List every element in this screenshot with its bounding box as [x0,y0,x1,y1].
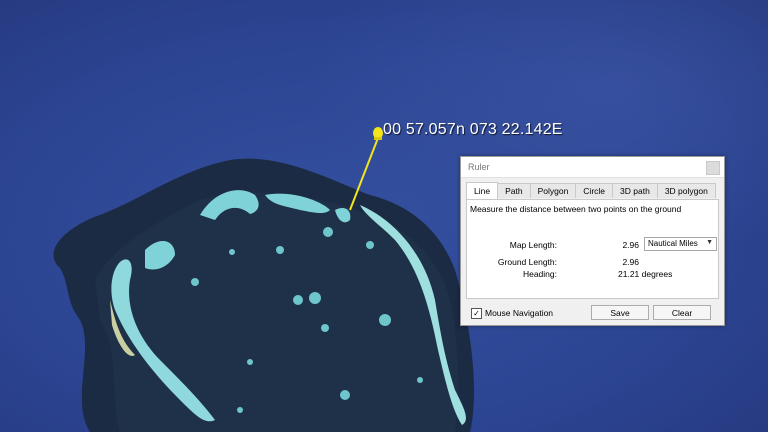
tab-3d-polygon[interactable]: 3D polygon [656,183,716,198]
dialog-titlebar[interactable]: Ruler [461,157,724,178]
save-button[interactable]: Save [591,305,649,320]
tab-line[interactable]: Line [466,182,499,199]
tab-3d-path[interactable]: 3D path [612,183,658,198]
close-icon[interactable] [706,161,720,175]
mouse-navigation-checkbox[interactable]: ✓ [471,308,482,319]
pin-coordinate-label: 00 57.057n 073 22.142E [383,121,563,138]
heading-value: 21.21 degrees [618,269,673,279]
heading-label: Heading: [522,269,557,279]
tab-circle[interactable]: Circle [575,183,614,198]
unit-select-value: Nautical Miles [648,239,698,248]
tab-panel-line: Measure the distance between two points … [466,199,719,299]
ruler-dialog: Ruler Line Path Polygon Circle 3D path 3… [460,156,725,326]
mouse-navigation-label: Mouse Navigation [485,308,554,318]
map-length-label: Map Length: [509,240,557,250]
dropdown-arrow-icon: ▼ [706,239,713,246]
dialog-title: Ruler [468,162,490,172]
map-length-value: 2.96 [622,240,639,250]
heading-row: Heading: 21.21 degrees [467,269,717,281]
tab-polygon[interactable]: Polygon [529,183,577,198]
ground-length-label: Ground Length: [497,257,557,267]
tab-path[interactable]: Path [497,183,531,198]
ground-length-row: Ground Length: 2.96 [467,257,717,269]
clear-button[interactable]: Clear [653,305,711,320]
unit-select[interactable]: Nautical Miles ▼ [644,237,717,251]
checkbox-check-icon: ✓ [473,309,480,318]
pushpin-icon[interactable] [373,127,383,140]
tab-strip: Line Path Polygon Circle 3D path 3D poly… [466,182,716,199]
ground-length-value: 2.96 [622,257,639,267]
measure-description: Measure the distance between two points … [470,204,682,214]
